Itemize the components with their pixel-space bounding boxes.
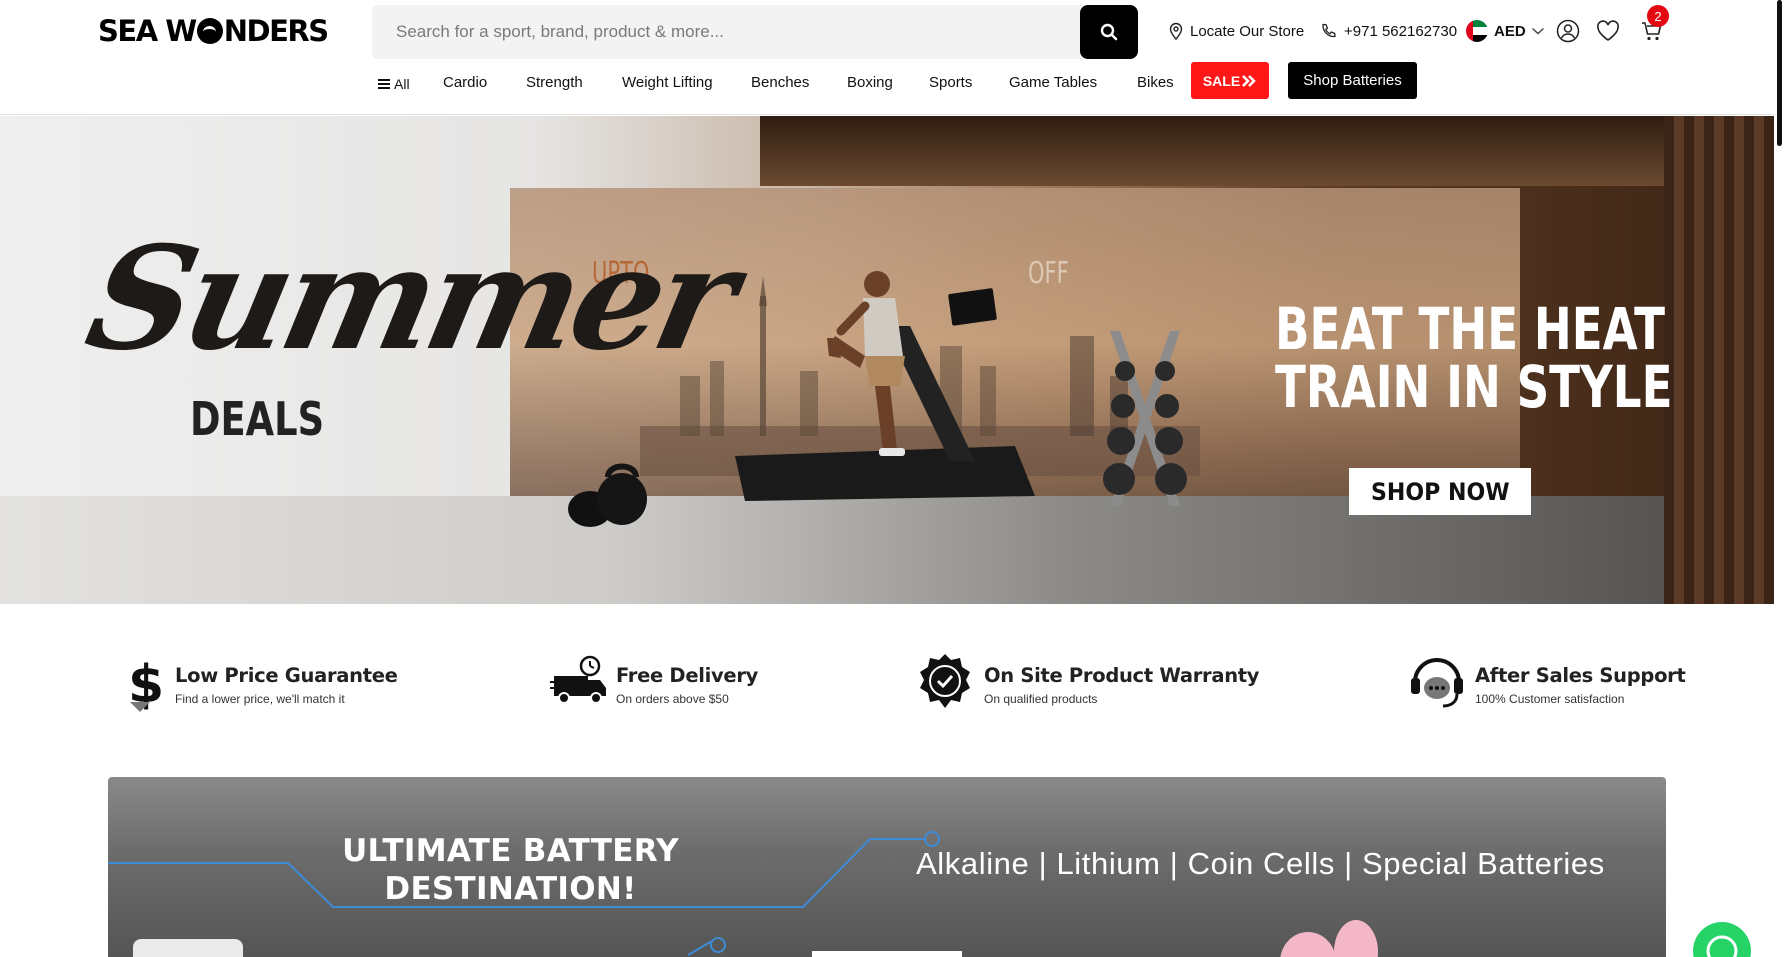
feature-subtitle: 100% Customer satisfaction	[1475, 692, 1625, 706]
locate-store-link[interactable]: Locate Our Store	[1168, 18, 1304, 44]
nav-item-cardio[interactable]: Cardio	[443, 74, 487, 91]
double-chevron-right-icon	[1242, 74, 1257, 87]
hero-headline-line2: TRAIN IN STYLE	[1275, 353, 1673, 421]
battery-types-label: Alkaline | Lithium | Coin Cells | Specia…	[916, 846, 1605, 881]
hero-ceiling	[760, 116, 1774, 186]
battery-banner[interactable]: ULTIMATE BATTERY DESTINATION! Alkaline |…	[108, 777, 1666, 957]
nav-all-label: All	[394, 76, 410, 92]
nav-item-game-tables[interactable]: Game Tables	[1009, 74, 1097, 91]
hero-headline-line1: BEAT THE HEAT	[1275, 295, 1665, 363]
search-input[interactable]	[372, 5, 1072, 59]
phone-icon	[1322, 23, 1336, 38]
dumbbell-rack-graphic	[1103, 331, 1187, 506]
feature-title: Low Price Guarantee	[175, 664, 398, 687]
dollar-icon: $	[128, 655, 164, 712]
search-bar	[372, 5, 1138, 59]
shop-batteries-button[interactable]: Shop Batteries	[1288, 62, 1417, 99]
whatsapp-chat-button[interactable]	[1693, 922, 1751, 957]
logo-wave-icon	[196, 18, 223, 44]
nav-all-menu[interactable]: All	[378, 76, 410, 92]
support-chat-icon	[1411, 658, 1463, 708]
feature-title: On Site Product Warranty	[984, 664, 1260, 687]
site-header: SEA W NDERS Locate Our Store +971 5621627…	[0, 0, 1774, 115]
hero-deals-label: DEALS	[190, 392, 325, 446]
uae-flag-icon	[1466, 20, 1488, 42]
sale-button[interactable]: SALE	[1191, 62, 1269, 99]
battery-product-box	[812, 951, 962, 957]
account-button[interactable]	[1556, 18, 1580, 44]
hero-curtain	[1664, 116, 1774, 604]
whatsapp-icon	[1706, 935, 1738, 957]
nav-item-sports[interactable]: Sports	[929, 74, 972, 91]
kettlebell-graphic	[568, 463, 647, 527]
hero-headline: BEAT THE HEAT TRAIN IN STYLE	[1275, 300, 1673, 416]
shop-now-label: SHOP NOW	[1370, 477, 1510, 506]
nav-item-strength[interactable]: Strength	[526, 74, 583, 91]
cart-count-badge: 2	[1647, 5, 1669, 27]
scrollbar-thumb[interactable]	[1777, 0, 1782, 146]
battery-title-line1: ULTIMATE BATTERY	[342, 833, 679, 869]
hero-script-title: Summer	[74, 216, 746, 382]
logo-text-right: NDERS	[223, 14, 329, 48]
battery-banner-title: ULTIMATE BATTERY DESTINATION!	[318, 832, 703, 908]
phone-link[interactable]: +971 562162730	[1320, 18, 1457, 44]
location-pin-icon	[1169, 22, 1183, 40]
feature-subtitle: On orders above $50	[616, 692, 729, 706]
user-icon	[1556, 19, 1580, 43]
main-nav: All Cardio Strength Weight Lifting Bench…	[0, 62, 1774, 106]
currency-label: AED	[1494, 22, 1526, 40]
sale-label: SALE	[1202, 72, 1241, 89]
search-icon	[1100, 23, 1118, 41]
wishlist-button[interactable]	[1596, 18, 1620, 44]
search-button[interactable]	[1080, 5, 1138, 59]
delivery-truck-icon	[550, 655, 606, 704]
treadmill-runner-graphic	[735, 271, 1035, 501]
phone-number: +971 562162730	[1344, 22, 1458, 40]
nav-item-benches[interactable]: Benches	[751, 74, 809, 91]
chevron-down-icon	[1531, 27, 1544, 35]
heart-icon	[1597, 20, 1619, 41]
hero-banner[interactable]: UPTO OFF Summer DEALS BEAT THE HEAT TRAI…	[0, 116, 1774, 604]
features-strip: $ Low Price Guarantee Find a lower price…	[0, 640, 1774, 730]
battery-title-line2: DESTINATION!	[384, 871, 637, 907]
locate-store-label: Locate Our Store	[1190, 22, 1305, 40]
shop-now-button[interactable]: SHOP NOW	[1349, 468, 1531, 515]
page: SEA W NDERS Locate Our Store +971 5621627…	[0, 0, 1784, 957]
logo-text-left: SEA W	[98, 14, 197, 48]
feature-subtitle: On qualified products	[984, 692, 1098, 706]
feature-title: After Sales Support	[1475, 664, 1686, 687]
warranty-badge-icon	[920, 654, 970, 708]
nav-item-boxing[interactable]: Boxing	[847, 74, 893, 91]
currency-selector[interactable]: AED	[1466, 18, 1545, 44]
sea-wonders-logo[interactable]: SEA W NDERS	[98, 14, 329, 48]
nav-item-weight-lifting[interactable]: Weight Lifting	[622, 74, 713, 91]
feature-title: Free Delivery	[616, 664, 759, 687]
nav-item-bikes[interactable]: Bikes	[1137, 74, 1174, 91]
hamburger-icon	[378, 79, 390, 89]
feature-subtitle: Find a lower price, we'll match it	[175, 692, 345, 706]
page-scrollbar[interactable]	[1774, 0, 1784, 957]
